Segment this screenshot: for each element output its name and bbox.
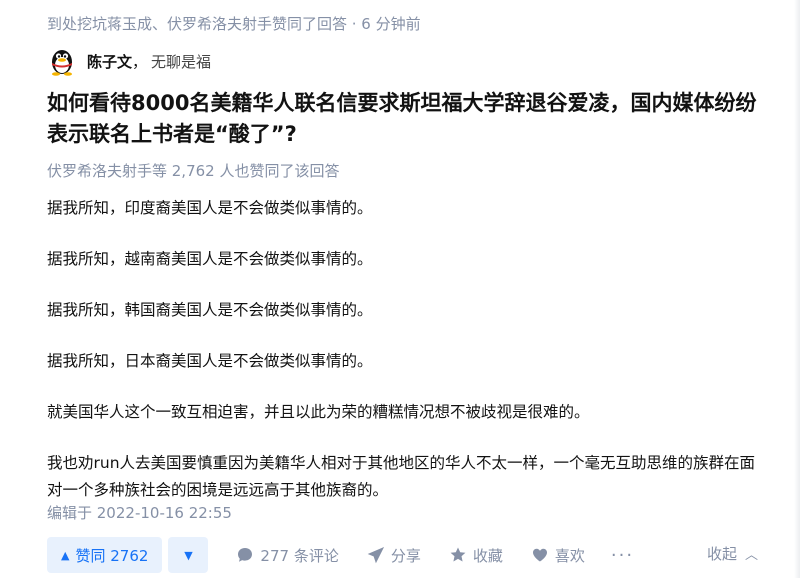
avatar[interactable]: [47, 46, 77, 76]
answer-card: 到处挖坑蒋玉成、伏罗希洛夫射手赞同了回答 · 6 分钟前 陈子文 ， 无聊是福 …: [0, 0, 800, 578]
collapse-label: 收起: [706, 545, 737, 563]
more-options-button[interactable]: ···: [611, 545, 634, 566]
share-button[interactable]: 分享: [367, 545, 421, 566]
heart-icon: [532, 548, 547, 562]
vote-down-button[interactable]: ▼: [168, 537, 209, 573]
content-paragraph: 据我所知，日本裔美国人是不会做类似事情的。: [47, 352, 373, 370]
collapse-button[interactable]: 收起 ︿: [707, 543, 758, 564]
like-label: 喜欢: [554, 546, 585, 565]
triangle-up-icon: ▲: [61, 548, 70, 562]
vote-up-button[interactable]: ▲ 赞同 2762: [47, 537, 163, 573]
author-name[interactable]: 陈子文: [87, 51, 132, 72]
edited-timestamp[interactable]: 编辑于 2022-10-16 22:55: [47, 502, 232, 524]
content-paragraph: 据我所知，越南裔美国人是不会做类似事情的。: [47, 250, 373, 268]
question-title[interactable]: 如何看待8000名美籍华人联名信要求斯坦福大学辞退谷爱凌，国内媒体纷纷表示联名上…: [47, 88, 759, 150]
comments-button[interactable]: 277 条评论: [236, 545, 339, 566]
content-paragraph: 就美国华人这个一致互相迫害，并且以此为荣的糟糕情况想不被歧视是很难的。: [47, 403, 590, 421]
favorite-label: 收藏: [472, 546, 503, 565]
voters-summary[interactable]: 伏罗希洛夫射手等 2,762 人也赞同了该回答: [47, 160, 339, 182]
comment-icon: [238, 548, 253, 562]
answer-content: 据我所知，印度裔美国人是不会做类似事情的。 据我所知，越南裔美国人是不会做类似事…: [47, 195, 769, 528]
activity-line: 到处挖坑蒋玉成、伏罗希洛夫射手赞同了回答 · 6 分钟前: [47, 15, 421, 33]
author-info: 陈子文 ， 无聊是福: [47, 44, 211, 78]
author-separator: ，: [132, 52, 148, 71]
chevron-up-icon: ︿: [744, 548, 758, 563]
action-bar: ▲ 赞同 2762 ▼ 277 条评论 分享 收藏 喜欢 ···: [47, 537, 634, 573]
author-bio: 无聊是福: [151, 52, 212, 71]
content-paragraph: 我也劝run人去美国要慎重因为美籍华人相对于其他地区的华人不太一样，一个毫无互助…: [47, 454, 756, 499]
triangle-down-icon: ▼: [184, 548, 193, 562]
vote-up-label: 赞同 2762: [75, 546, 149, 565]
content-paragraph: 据我所知，印度裔美国人是不会做类似事情的。: [47, 199, 373, 217]
like-button[interactable]: 喜欢: [531, 545, 585, 566]
share-label: 分享: [390, 546, 421, 565]
comments-label: 277 条评论: [260, 546, 339, 565]
star-icon: [450, 547, 466, 562]
share-icon: [367, 547, 384, 564]
favorite-button[interactable]: 收藏: [449, 545, 503, 566]
content-paragraph: 据我所知，韩国裔美国人是不会做类似事情的。: [47, 301, 373, 319]
